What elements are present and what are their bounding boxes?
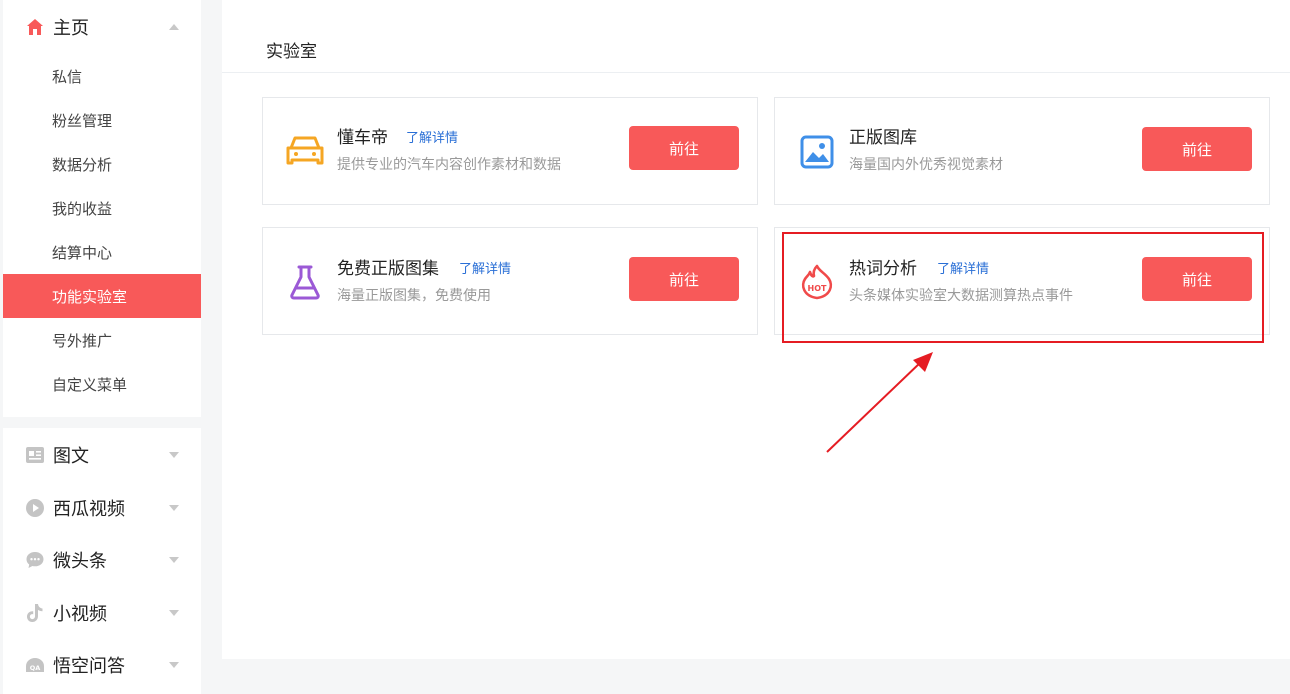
image-gallery-icon (797, 132, 837, 172)
go-button[interactable]: 前往 (1142, 127, 1252, 171)
sidebar-sections-panel: 图文 西瓜视频 微头条 小视频 QA 悟空问答 (3, 428, 201, 694)
chevron-down-icon[interactable] (167, 658, 181, 672)
learn-more-link[interactable]: 了解详情 (406, 127, 458, 146)
video-play-icon (24, 497, 46, 519)
chevron-down-icon[interactable] (167, 501, 181, 515)
sidebar-section-label: 图文 (53, 446, 89, 467)
sidebar-section-short-video[interactable]: 小视频 (3, 586, 201, 640)
chat-bubble-icon (24, 549, 46, 571)
sidebar-section-micro-headline[interactable]: 微头条 (3, 533, 201, 587)
sidebar-item-label: 我的收益 (52, 199, 113, 218)
sidebar-item-label: 粉丝管理 (52, 111, 113, 130)
card-description: 海量国内外优秀视觉素材 (849, 157, 1003, 173)
learn-more-link[interactable]: 了解详情 (459, 258, 511, 277)
sidebar-item-settlement[interactable]: 结算中心 (3, 230, 201, 274)
article-icon (24, 444, 46, 466)
sidebar-section-xigua-video[interactable]: 西瓜视频 (3, 481, 201, 535)
sidebar-item-label: 功能实验室 (52, 287, 128, 306)
flask-icon (285, 262, 325, 302)
main-header: 实验室 (222, 0, 1290, 73)
sidebar-item-analytics[interactable]: 数据分析 (3, 142, 201, 186)
card-description: 提供专业的汽车内容创作素材和数据 (337, 157, 561, 173)
lab-card-free-gallery: 免费正版图集 了解详情 海量正版图集，免费使用 前往 (262, 227, 758, 335)
sidebar-item-label: 结算中心 (52, 243, 113, 262)
qa-icon: QA (24, 654, 46, 676)
sidebar-section-label: 悟空问答 (53, 656, 125, 677)
go-button[interactable]: 前往 (629, 126, 739, 170)
sidebar-item-lab[interactable]: 功能实验室 (3, 274, 201, 318)
sidebar-item-promotion[interactable]: 号外推广 (3, 318, 201, 362)
sidebar-item-home[interactable]: 主页 (3, 0, 201, 54)
sidebar-item-label: 数据分析 (52, 155, 113, 174)
sidebar-main-panel: 主页 私信 粉丝管理 数据分析 我的收益 结算中心 功能实验室 号外推广 自定义… (3, 0, 201, 417)
tiktok-note-icon (24, 602, 46, 624)
lab-card-stock-images: 正版图库 海量国内外优秀视觉素材 前往 (774, 97, 1270, 205)
sidebar-item-earnings[interactable]: 我的收益 (3, 186, 201, 230)
page-title: 实验室 (266, 42, 317, 62)
sidebar-item-messages[interactable]: 私信 (3, 54, 201, 98)
sidebar-item-home-label: 主页 (53, 18, 89, 39)
go-button[interactable]: 前往 (629, 257, 739, 301)
card-description: 海量正版图集，免费使用 (337, 288, 491, 304)
sidebar-section-label: 小视频 (53, 604, 107, 625)
sidebar-item-label: 私信 (52, 67, 83, 86)
car-icon (285, 131, 325, 171)
card-title: 免费正版图集 (337, 259, 439, 279)
lab-card-dongchedi: 懂车帝 了解详情 提供专业的汽车内容创作素材和数据 前往 (262, 97, 758, 205)
chevron-down-icon[interactable] (167, 606, 181, 620)
sidebar-section-wukong-qa[interactable]: QA 悟空问答 (3, 638, 201, 692)
home-icon (24, 16, 46, 38)
card-title: 懂车帝 (337, 128, 388, 148)
chevron-up-icon[interactable] (167, 20, 181, 34)
chevron-down-icon[interactable] (167, 553, 181, 567)
chevron-down-icon[interactable] (167, 448, 181, 462)
sidebar-section-label: 西瓜视频 (53, 499, 125, 520)
svg-text:QA: QA (30, 664, 41, 672)
annotation-highlight-box (782, 232, 1264, 343)
sidebar-item-label: 号外推广 (52, 331, 113, 350)
sidebar-section-article[interactable]: 图文 (3, 428, 201, 482)
sidebar-item-fans[interactable]: 粉丝管理 (3, 98, 201, 142)
sidebar-item-custom-menu[interactable]: 自定义菜单 (3, 362, 201, 406)
sidebar-section-label: 微头条 (53, 551, 107, 572)
card-title: 正版图库 (849, 128, 917, 148)
sidebar-item-label: 自定义菜单 (52, 375, 128, 394)
